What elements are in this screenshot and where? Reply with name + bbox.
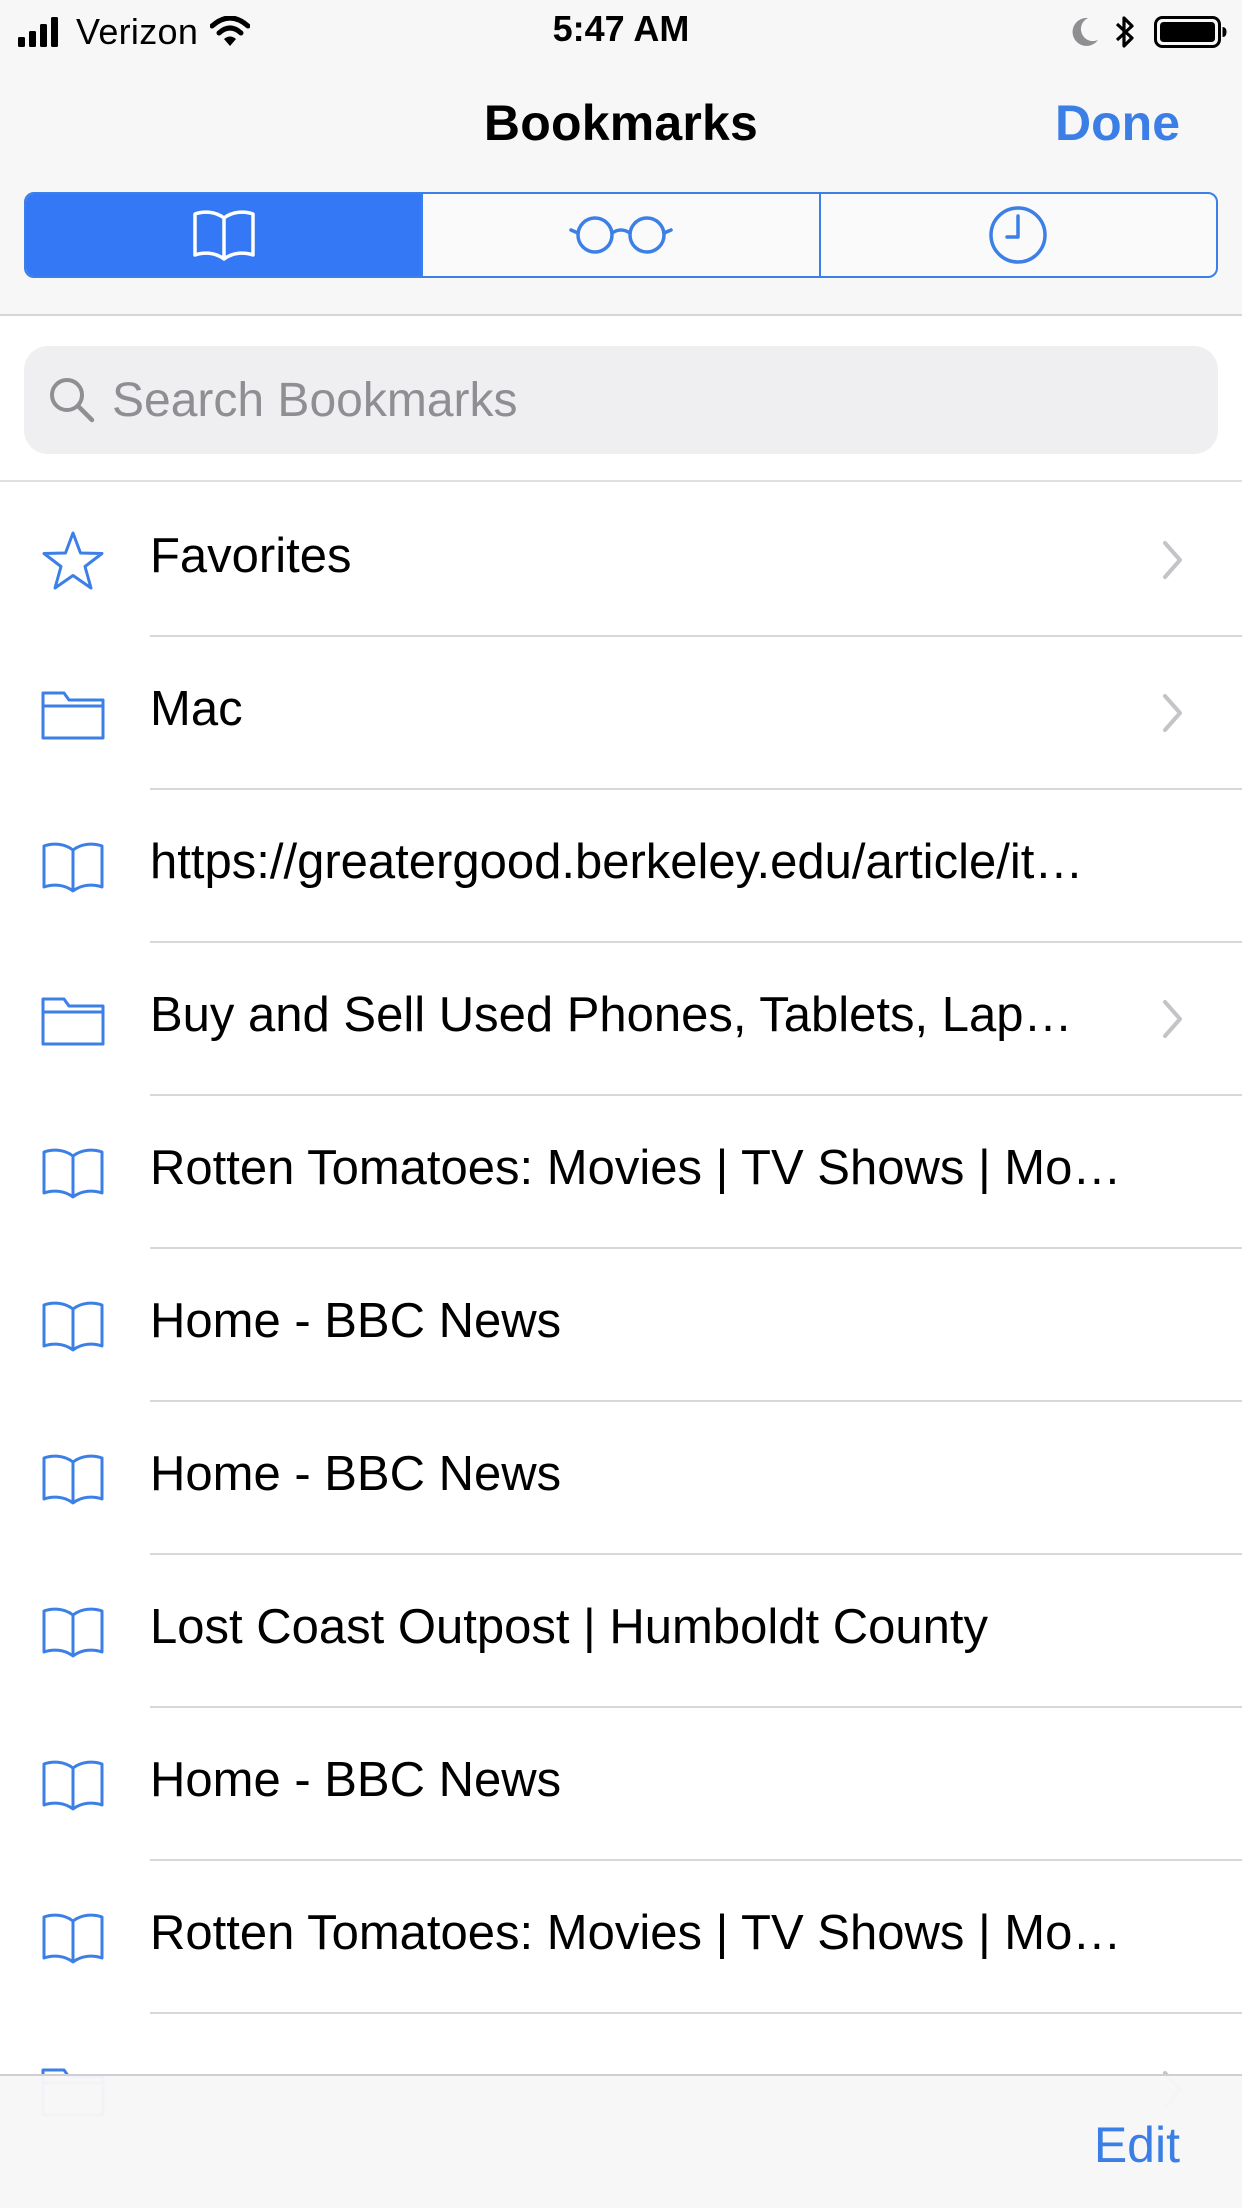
list-item[interactable]: Home - BBC News: [0, 1402, 1242, 1555]
folder-icon: [41, 691, 105, 740]
bookmark-label: Lost Coast Outpost | Humboldt County: [150, 1600, 988, 1654]
list-item[interactable]: Lost Coast Outpost | Humboldt County: [0, 1555, 1242, 1708]
item-icon-wrap: [40, 1295, 106, 1357]
bookmark-label: Rotten Tomatoes: Movies | TV Shows | Mo…: [150, 1906, 1122, 1960]
done-button[interactable]: Done: [1055, 94, 1180, 152]
bookmark-label: Rotten Tomatoes: Movies | TV Shows | Mo…: [150, 1141, 1122, 1195]
clock-icon: [989, 206, 1048, 264]
bluetooth-icon: [1115, 16, 1134, 48]
status-bar: Verizon 5:47 AM: [0, 0, 1242, 62]
view-segmented-control: [24, 192, 1218, 278]
bookmarks-screen: Verizon 5:47 AM Bookmarks Done Search Bo…: [0, 0, 1242, 2208]
book-icon: [42, 1760, 104, 1811]
glasses-icon: [569, 216, 673, 254]
star-icon: [42, 531, 104, 590]
list-item[interactable]: Rotten Tomatoes: Movies | TV Shows | Mo…: [0, 1096, 1242, 1249]
item-icon-wrap: [40, 1907, 106, 1969]
list-item[interactable]: Home - BBC News: [0, 1708, 1242, 1861]
bookmark-label: Home - BBC News: [150, 1447, 562, 1501]
item-icon-wrap: [40, 530, 106, 592]
list-item[interactable]: Home - BBC News: [0, 1249, 1242, 1402]
item-icon-wrap: [40, 1601, 106, 1663]
bookmark-label: Favorites: [150, 529, 352, 583]
bookmark-label: https://greatergood.berkeley.edu/article…: [150, 835, 1084, 889]
bookmark-label: Mac: [150, 682, 243, 736]
book-icon: [42, 1301, 104, 1352]
search-icon: [50, 378, 95, 423]
bookmark-label: Home - BBC News: [150, 1294, 562, 1348]
battery-icon: [1154, 16, 1227, 48]
item-icon-wrap: [40, 989, 106, 1051]
search-input[interactable]: [112, 346, 1192, 454]
search-section: [0, 318, 1242, 482]
list-item[interactable]: Mac: [0, 637, 1242, 790]
chevron-right-icon: [1163, 541, 1182, 579]
list-item[interactable]: https://greatergood.berkeley.edu/article…: [0, 790, 1242, 943]
bookmark-label: Buy and Sell Used Phones, Tablets, Lap…: [150, 988, 1073, 1042]
folder-icon: [41, 997, 105, 1046]
book-icon: [42, 1607, 104, 1658]
edit-button[interactable]: Edit: [1094, 2116, 1180, 2174]
tab-bookmarks[interactable]: [26, 194, 422, 276]
item-icon-wrap: [40, 1448, 106, 1510]
top-chrome: Verizon 5:47 AM Bookmarks Done: [0, 0, 1242, 316]
nav-bar: Bookmarks Done: [0, 84, 1242, 168]
book-icon: [42, 842, 104, 893]
do-not-disturb-icon: [1072, 17, 1098, 46]
tab-reading-list[interactable]: [421, 194, 818, 276]
item-icon-wrap: [40, 683, 106, 745]
chevron-right-icon: [1163, 1000, 1182, 1038]
bottom-toolbar: Edit: [0, 2074, 1242, 2208]
status-right: [1070, 10, 1228, 54]
chevron-right-icon: [1163, 694, 1182, 732]
search-field: [24, 346, 1218, 454]
item-icon-wrap: [40, 836, 106, 898]
tab-history[interactable]: [818, 194, 1216, 276]
item-icon-wrap: [40, 1754, 106, 1816]
list-item[interactable]: Favorites: [0, 484, 1242, 637]
book-icon: [42, 1454, 104, 1505]
list-item[interactable]: Buy and Sell Used Phones, Tablets, Lap…: [0, 943, 1242, 1096]
item-icon-wrap: [40, 1142, 106, 1204]
list-item[interactable]: Rotten Tomatoes: Movies | TV Shows | Mo…: [0, 1861, 1242, 2014]
bookmark-list: Favorites Mac https://greatergood.berkel…: [0, 484, 1242, 2167]
bookmark-label: Home - BBC News: [150, 1753, 562, 1807]
book-icon: [42, 1913, 104, 1964]
book-icon: [42, 1148, 104, 1199]
status-time: 5:47 AM: [552, 8, 690, 49]
book-icon: [192, 210, 255, 261]
